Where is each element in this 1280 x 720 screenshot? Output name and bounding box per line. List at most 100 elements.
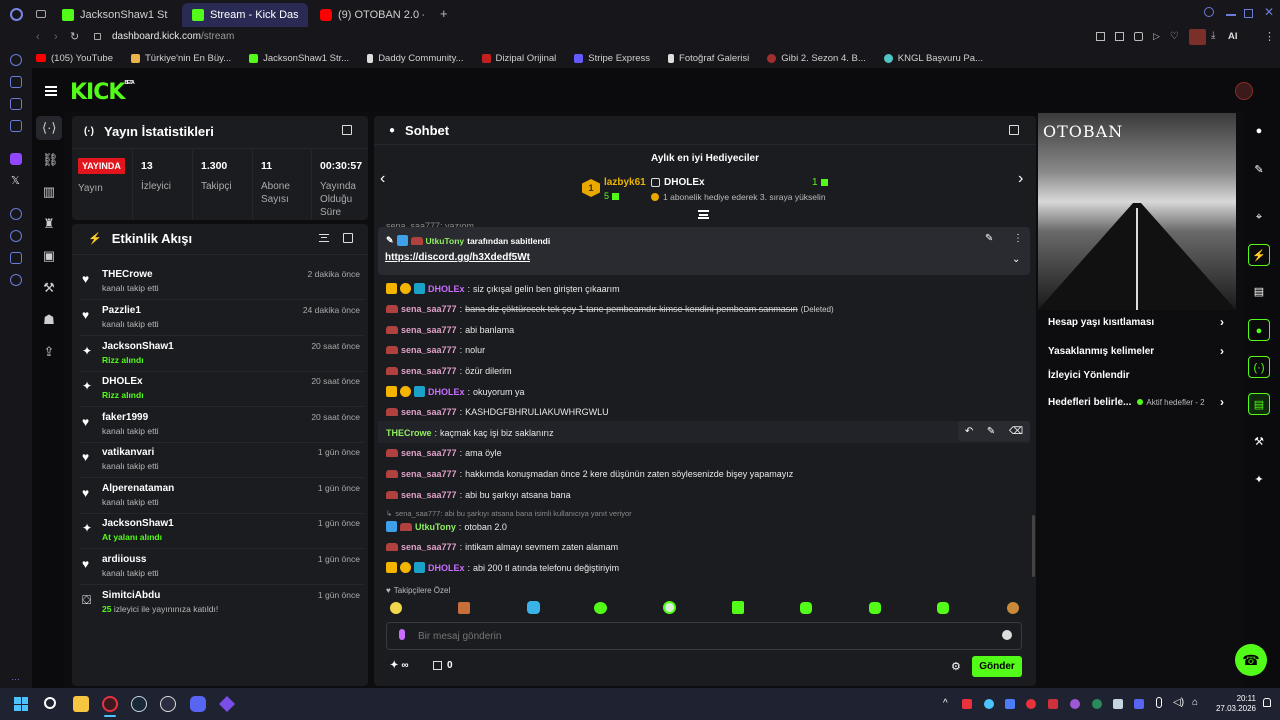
- feed-user[interactable]: Alperenataman: [102, 483, 174, 494]
- feed-user[interactable]: ardiiouss: [102, 554, 146, 565]
- chat-input[interactable]: [418, 628, 988, 644]
- feed-user[interactable]: faker1999: [102, 412, 148, 423]
- aria-ai-button[interactable]: AI: [1228, 31, 1238, 42]
- discord-tray-icon[interactable]: [1134, 699, 1144, 709]
- opera-logo-icon[interactable]: [10, 8, 23, 21]
- bookmark-galeri[interactable]: Fotoğraf Galerisi: [668, 53, 749, 64]
- bookmark-turkiye[interactable]: Türkiye'nin En Büy...: [130, 53, 231, 64]
- close-window-icon[interactable]: ✕: [1264, 5, 1274, 19]
- maximize-icon[interactable]: [1244, 9, 1253, 18]
- chat-username[interactable]: THECrowe: [386, 428, 432, 438]
- microphone-icon[interactable]: [399, 629, 405, 640]
- profile-avatar[interactable]: [1189, 29, 1206, 45]
- user-avatar[interactable]: [1235, 82, 1253, 100]
- volume-icon[interactable]: ◁): [1173, 697, 1184, 708]
- host-viewers[interactable]: İzleyici Yönlendir: [1048, 370, 1224, 381]
- pin-message-icon[interactable]: ✎: [987, 426, 995, 437]
- gifter-1-name[interactable]: lazbyk61: [604, 177, 646, 188]
- sidebar-more-icon[interactable]: …: [11, 672, 20, 682]
- emote-icon[interactable]: [390, 602, 402, 614]
- gifters-next-icon[interactable]: ›: [1018, 170, 1023, 188]
- minimize-icon[interactable]: [1226, 14, 1236, 16]
- emote-icon[interactable]: [527, 601, 540, 614]
- emote-icon[interactable]: [732, 601, 744, 614]
- feed-user[interactable]: SimitciAbdu: [102, 590, 160, 601]
- windows-start-icon[interactable]: [14, 697, 28, 711]
- forward-icon[interactable]: ›: [54, 31, 58, 43]
- tab-manager-icon[interactable]: [36, 10, 46, 18]
- emote-icon[interactable]: [594, 602, 607, 614]
- wrench-icon[interactable]: ⚒: [1248, 431, 1270, 453]
- collapse-gifters-icon[interactable]: [698, 210, 709, 219]
- pinned-link[interactable]: https://discord.gg/h3Xdedf5Wt: [385, 252, 530, 263]
- expand-pinned-icon[interactable]: ⌄: [1012, 254, 1020, 265]
- link-icon[interactable]: ⛓: [42, 153, 59, 167]
- layout-icon[interactable]: ▤: [1248, 393, 1270, 415]
- bookmark-youtube[interactable]: (105) YouTube: [36, 53, 113, 64]
- pinned-by-user[interactable]: UtkuTony: [426, 236, 465, 246]
- heart-icon[interactable]: ♡: [1170, 32, 1179, 42]
- reply-icon[interactable]: ↶: [965, 426, 973, 437]
- history-icon[interactable]: [10, 230, 22, 242]
- edit-icon[interactable]: ✎: [1248, 159, 1270, 181]
- tray-icon[interactable]: [984, 699, 994, 709]
- new-tab-icon[interactable]: +: [440, 6, 448, 21]
- banned-words[interactable]: Yasaklanmış kelimeler ›: [1048, 344, 1224, 358]
- bookmark-kngl[interactable]: KNGL Başvuru Pa...: [883, 53, 983, 64]
- upload-icon[interactable]: ⇪: [42, 345, 56, 359]
- bookmark-stripe[interactable]: Stripe Express: [574, 53, 650, 64]
- media-icon[interactable]: ▣: [42, 249, 56, 263]
- store-button[interactable]: 0: [433, 660, 453, 671]
- trophy-icon[interactable]: ♜: [42, 217, 56, 231]
- url-field[interactable]: dashboard.kick.com/stream: [112, 31, 234, 42]
- snapshot-icon[interactable]: [1115, 32, 1124, 41]
- network-icon[interactable]: ⌂: [1192, 697, 1198, 708]
- set-goals[interactable]: Hedefleri belirle... Aktif hedefler - 2 …: [1048, 395, 1224, 409]
- chat-username[interactable]: sena_saa777: [401, 542, 457, 552]
- steam-tray-icon[interactable]: [1113, 699, 1123, 709]
- focus-icon[interactable]: ⌖: [1248, 206, 1270, 228]
- file-explorer-icon[interactable]: [73, 696, 89, 712]
- broadcast-icon[interactable]: (·): [1248, 356, 1270, 378]
- popout-icon[interactable]: [342, 125, 352, 135]
- chat-username[interactable]: sena_saa777: [401, 366, 457, 376]
- account-age-restriction[interactable]: Hesap yaşı kısıtlaması ›: [1048, 315, 1224, 329]
- hamburger-menu-icon[interactable]: [45, 86, 57, 96]
- feed-user[interactable]: DHOLEx: [102, 376, 143, 387]
- kicks-icon[interactable]: ✦: [1248, 469, 1270, 491]
- feed-user[interactable]: THECrowe: [102, 269, 153, 280]
- pin-ext-icon[interactable]: [1096, 32, 1105, 41]
- chat-username[interactable]: sena_saa777: [401, 469, 457, 479]
- users-icon[interactable]: ☗: [42, 313, 56, 327]
- settings-icon[interactable]: [10, 274, 22, 286]
- gifters-prev-icon[interactable]: ‹: [380, 170, 385, 188]
- tab-jacksonshaw-stream[interactable]: JacksonShaw1 Stream - W: [52, 3, 178, 27]
- twitch-icon[interactable]: [10, 153, 22, 165]
- steam-icon[interactable]: [131, 696, 147, 712]
- kick-logo[interactable]: KICKBETA: [70, 80, 135, 105]
- search-tabs-icon[interactable]: [1204, 7, 1214, 17]
- emote-icon[interactable]: [869, 602, 881, 614]
- bookmark-dizipal[interactable]: Dizipal Orijinal: [481, 53, 556, 64]
- popout-icon[interactable]: [1009, 125, 1019, 135]
- chat-scrollbar[interactable]: [1032, 515, 1035, 577]
- chat-icon[interactable]: ●: [1248, 319, 1270, 341]
- wallet-icon[interactable]: [1134, 32, 1143, 41]
- reload-icon[interactable]: ↻: [70, 30, 79, 43]
- document-icon[interactable]: ▤: [1248, 281, 1270, 303]
- tray-icon[interactable]: [1048, 699, 1058, 709]
- extensions-icon[interactable]: [10, 252, 22, 264]
- chat-username[interactable]: sena_saa777: [401, 407, 457, 417]
- send-button[interactable]: Gönder: [972, 656, 1022, 677]
- download-icon[interactable]: ⤓: [1211, 30, 1215, 41]
- tray-expand-icon[interactable]: ^: [943, 698, 948, 709]
- chat-username[interactable]: sena_saa777: [401, 448, 457, 458]
- analytics-icon[interactable]: ▥: [42, 185, 56, 199]
- tray-icon[interactable]: [1005, 699, 1015, 709]
- chat-username[interactable]: sena_saa777: [401, 325, 457, 335]
- chat-settings-icon[interactable]: ⚙: [951, 660, 961, 673]
- unpin-icon[interactable]: ✎: [985, 233, 993, 244]
- discord-taskbar-icon[interactable]: [190, 696, 206, 712]
- emote-icon[interactable]: [800, 602, 812, 614]
- back-icon[interactable]: ‹: [36, 31, 40, 43]
